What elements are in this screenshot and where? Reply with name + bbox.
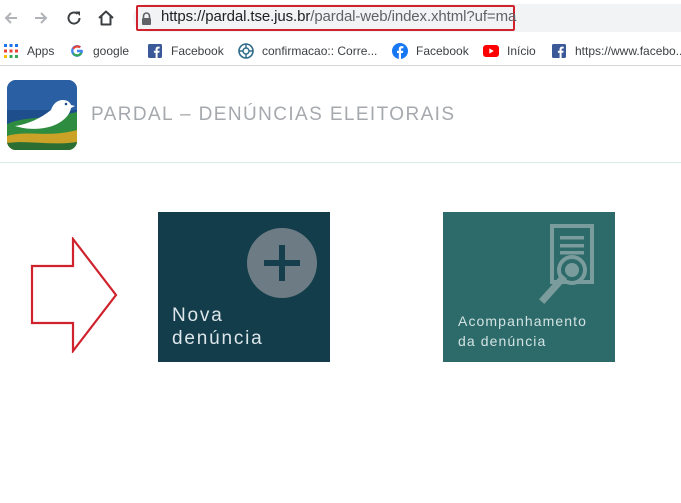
reload-button[interactable] bbox=[63, 7, 85, 29]
document-search-icon bbox=[539, 224, 594, 304]
reload-icon bbox=[67, 11, 81, 25]
facebook-square-icon bbox=[551, 43, 567, 59]
bookmarks-bar: Apps google Facebook confirmacao:: Corre… bbox=[0, 36, 681, 66]
url-path: /pardal-web/index.xhtml?uf=ma bbox=[310, 8, 517, 25]
url-host: https://pardal.tse.jus.br bbox=[161, 8, 311, 25]
plus-icon bbox=[247, 228, 317, 298]
apps-grid-icon bbox=[3, 43, 19, 59]
forward-arrow-icon bbox=[35, 12, 48, 24]
nova-denuncia-line1: Nova bbox=[172, 305, 224, 326]
nova-denuncia-line2: denúncia bbox=[172, 328, 264, 349]
youtube-icon bbox=[483, 43, 499, 59]
google-icon bbox=[69, 43, 85, 59]
facebook-round-icon bbox=[392, 43, 408, 59]
pardal-logo[interactable] bbox=[7, 80, 77, 150]
acompanhamento-label: Acompanhamento da denúncia bbox=[458, 311, 587, 351]
home-button[interactable] bbox=[95, 7, 117, 29]
bookmark-label: google bbox=[93, 44, 130, 58]
bookmark-apps[interactable]: Apps bbox=[3, 42, 54, 60]
home-icon bbox=[98, 10, 114, 26]
back-button[interactable] bbox=[0, 7, 22, 29]
acompanhamento-line1: Acompanhamento bbox=[458, 313, 588, 329]
bookmark-confirmacao[interactable]: confirmacao:: Corre... bbox=[238, 42, 377, 60]
back-arrow-icon bbox=[4, 12, 17, 24]
bird-logo-icon bbox=[7, 80, 77, 150]
site-header: PARDAL – DENÚNCIAS ELEITORAIS bbox=[0, 67, 681, 163]
acompanhamento-tile[interactable]: Acompanhamento da denúncia bbox=[443, 212, 615, 362]
bookmark-google[interactable]: google bbox=[69, 42, 129, 60]
bookmark-label: Apps bbox=[27, 44, 55, 58]
bookmark-label: Facebook bbox=[171, 44, 224, 58]
bookmark-facebook[interactable]: Facebook bbox=[147, 42, 224, 60]
right-arrow-annotation-icon bbox=[30, 237, 118, 353]
bookmark-facebook-2[interactable]: Facebook bbox=[392, 42, 469, 60]
bookmark-label: Início bbox=[507, 44, 536, 58]
nova-denuncia-tile[interactable]: Nova denúncia bbox=[158, 212, 330, 362]
url-text[interactable]: https://pardal.tse.jus.br/pardal-web/ind… bbox=[161, 8, 516, 25]
page-title: PARDAL – DENÚNCIAS ELEITORAIS bbox=[91, 104, 456, 125]
forward-button[interactable] bbox=[30, 7, 52, 29]
bookmark-label: confirmacao:: Corre... bbox=[262, 44, 378, 58]
nova-denuncia-label: Nova denúncia bbox=[172, 304, 264, 350]
bookmark-facebook-url[interactable]: https://www.facebo... bbox=[551, 42, 681, 60]
bookmark-youtube[interactable]: Início bbox=[483, 42, 536, 60]
globe-icon bbox=[238, 43, 254, 59]
bookmark-label: https://www.facebo... bbox=[575, 44, 681, 58]
lock-icon bbox=[142, 12, 151, 25]
bookmark-label: Facebook bbox=[416, 44, 469, 58]
browser-toolbar: https://pardal.tse.jus.br/pardal-web/ind… bbox=[0, 0, 681, 36]
acompanhamento-line2: da denúncia bbox=[458, 333, 547, 349]
facebook-square-icon bbox=[147, 43, 163, 59]
